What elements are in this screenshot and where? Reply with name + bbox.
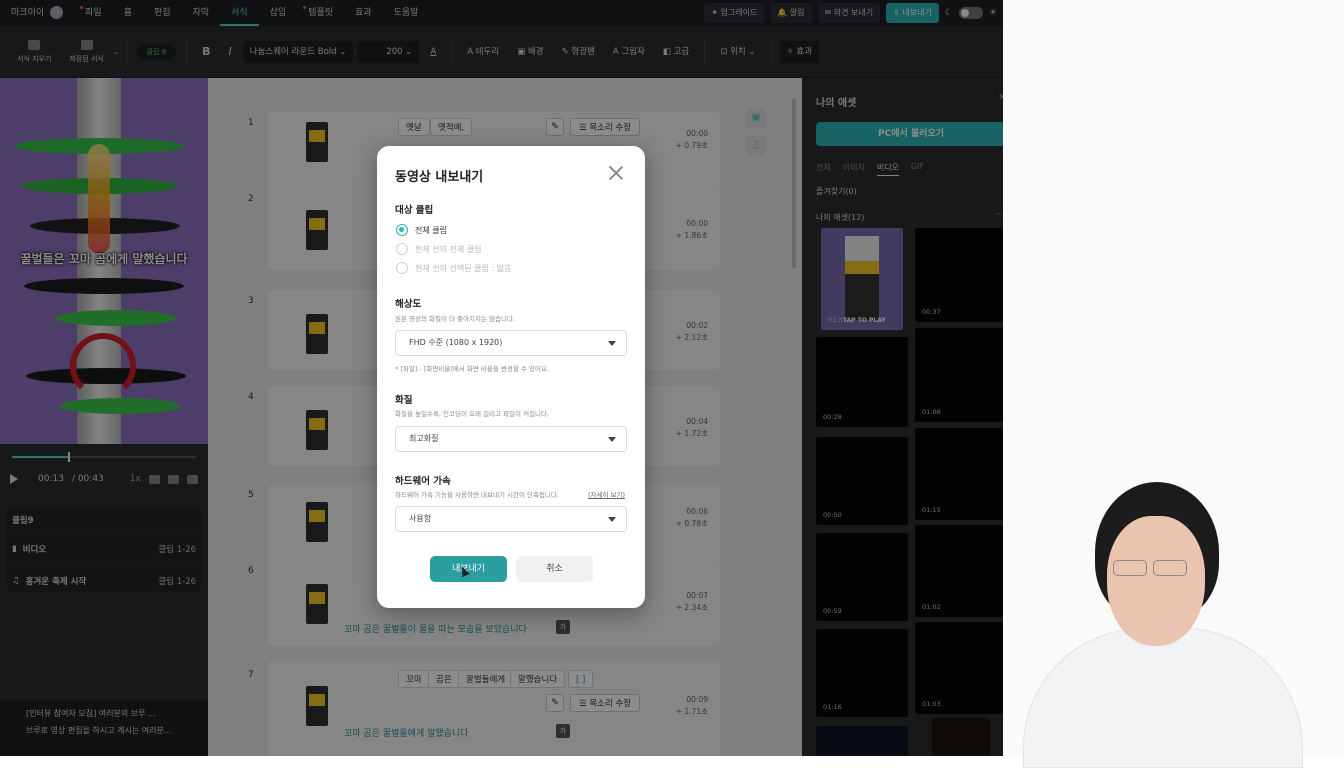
radio-all-clips[interactable]: 전체 클립 [396, 224, 447, 236]
glasses-icon [1153, 560, 1187, 576]
quality-select[interactable]: 최고화질 [395, 426, 627, 452]
details-link[interactable]: (자세히 보기) [588, 489, 625, 499]
export-video-dialog: 동영상 내보내기 대상 클립 전체 클립 현재 씬의 전체 클립 현재 씬의 선… [377, 146, 645, 608]
target-clip-heading: 대상 클립 [395, 205, 434, 216]
webcam-overlay [1003, 0, 1344, 768]
hw-accel-select[interactable]: 사용함 [395, 506, 627, 532]
chevron-down-icon [608, 341, 616, 346]
quality-desc: 화질을 높일수록, 인코딩이 오래 걸리고 파일이 커집니다. [395, 410, 550, 418]
presenter-shirt [1023, 628, 1303, 768]
radio-icon [396, 224, 408, 236]
chevron-down-icon [608, 517, 616, 522]
dialog-title: 동영상 내보내기 [395, 170, 484, 185]
quality-heading: 화질 [395, 395, 413, 406]
resolution-desc: 원본 영상의 화질이 더 좋아지지는 않습니다. [395, 315, 516, 323]
hw-accel-heading: 하드웨어 가속 [395, 476, 451, 487]
radio-icon [396, 243, 408, 255]
confirm-export-button[interactable]: 내보내기 [430, 556, 507, 582]
resolution-select[interactable]: FHD 수준 (1080 x 1920) [395, 330, 627, 356]
hw-accel-desc: 하드웨어 가속 기능을 사용하면 내보내기 시간이 단축됩니다. [395, 491, 559, 499]
close-icon[interactable] [607, 164, 625, 182]
radio-selected-clip[interactable]: 현재 씬의 선택된 클립 : 없음 [396, 262, 511, 274]
chevron-down-icon [608, 437, 616, 442]
app-window: 마크이이 파일 홈 편집 자막 서식 삽입 템플릿 효과 도움말 ✦ 업그레이드… [0, 0, 1003, 756]
resolution-note: * [파일] - [화면비율]에서 화면 비율을 변경할 수 있어요. [395, 365, 549, 373]
radio-current-scene[interactable]: 현재 씬의 전체 클립 [396, 243, 482, 255]
glasses-icon [1113, 560, 1147, 576]
radio-icon [396, 262, 408, 274]
cancel-button[interactable]: 취소 [516, 556, 593, 582]
presenter-face [1107, 516, 1205, 646]
resolution-heading: 해상도 [395, 299, 422, 310]
